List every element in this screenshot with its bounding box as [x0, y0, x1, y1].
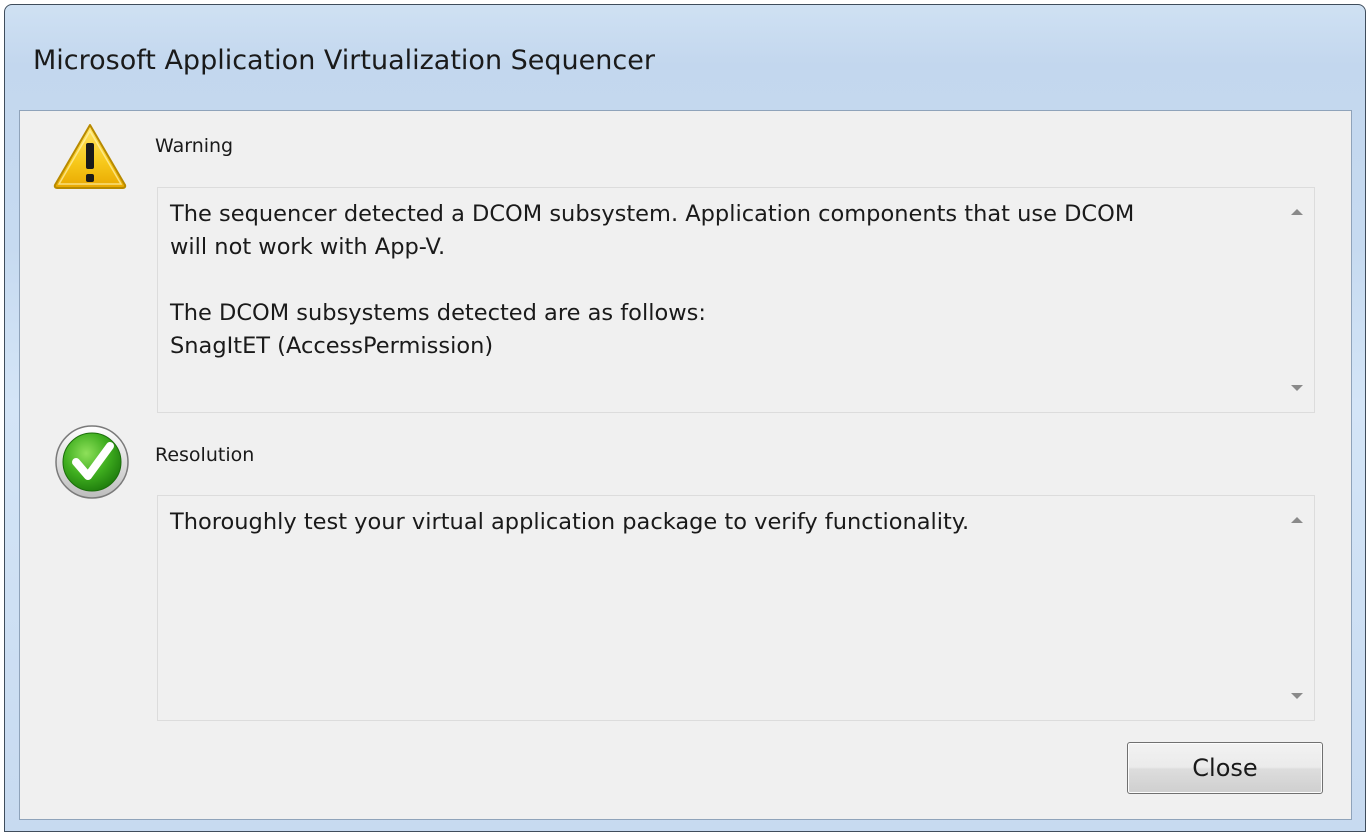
- warning-label: Warning: [155, 135, 234, 157]
- title-bar[interactable]: Microsoft Application Virtualization Seq…: [5, 5, 1365, 110]
- scroll-up-arrow-icon[interactable]: [1290, 516, 1304, 524]
- resolution-label: Resolution: [155, 444, 255, 466]
- scroll-down-arrow-icon[interactable]: [1290, 692, 1304, 700]
- green-checkmark-icon: [55, 425, 129, 499]
- warning-message-box[interactable]: The sequencer detected a DCOM subsystem.…: [157, 187, 1315, 413]
- scroll-down-arrow-icon[interactable]: [1290, 384, 1304, 392]
- resolution-message-box[interactable]: Thoroughly test your virtual application…: [157, 495, 1315, 721]
- window-title: Microsoft Application Virtualization Seq…: [33, 45, 655, 76]
- resolution-message-text: Thoroughly test your virtual application…: [170, 509, 970, 535]
- dialog-window: Microsoft Application Virtualization Seq…: [4, 4, 1366, 832]
- warning-triangle-icon: [53, 124, 127, 189]
- warning-scrollbar[interactable]: [1280, 188, 1314, 412]
- resolution-scrollbar[interactable]: [1280, 496, 1314, 720]
- warning-message-text: The sequencer detected a DCOM subsystem.…: [170, 201, 1135, 359]
- scroll-up-arrow-icon[interactable]: [1290, 208, 1304, 216]
- close-button[interactable]: Close: [1127, 742, 1323, 794]
- dialog-body: Warning The sequencer detected a DCOM su…: [19, 110, 1352, 820]
